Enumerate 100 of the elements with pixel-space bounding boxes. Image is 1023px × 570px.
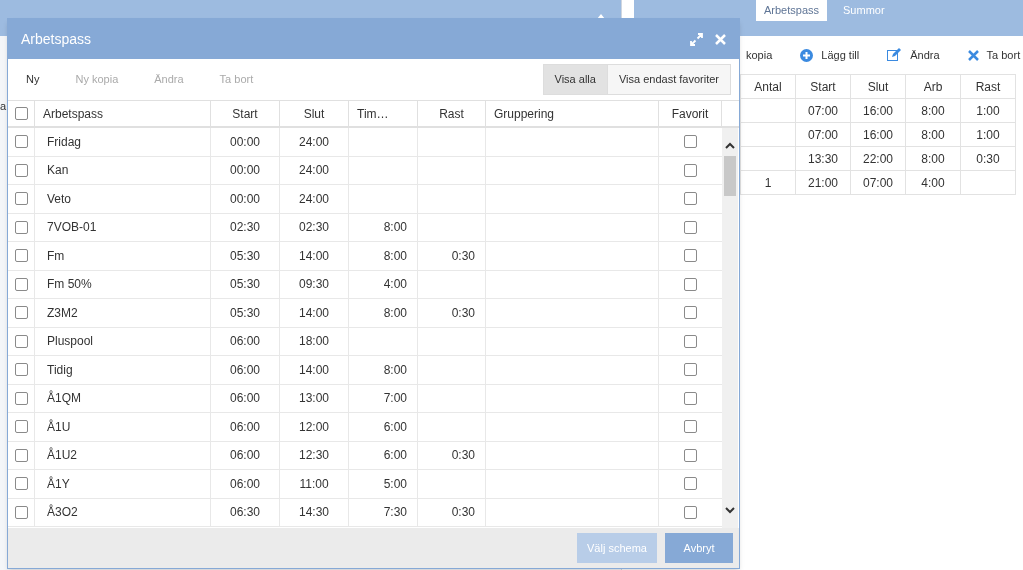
chevron-down-icon[interactable] — [725, 506, 735, 514]
column-header: Favorit — [659, 101, 722, 126]
checkbox[interactable] — [684, 220, 697, 234]
pencil-icon — [887, 48, 903, 62]
column-header: Slut — [280, 101, 349, 126]
table-cell: 06:00 — [211, 413, 280, 441]
table-cell: Å1QM — [35, 384, 211, 412]
column-header: Arbetspass — [35, 101, 211, 126]
table-cell: 07:00 — [796, 99, 851, 123]
checkbox[interactable] — [14, 163, 28, 177]
checkbox[interactable] — [684, 163, 697, 177]
checkbox[interactable] — [684, 363, 697, 377]
checkbox[interactable] — [14, 334, 28, 348]
scrollbar[interactable] — [722, 128, 738, 528]
toolbar-button[interactable]: Ändra — [887, 46, 940, 64]
checkbox[interactable] — [684, 391, 697, 405]
table-cell: 05:30 — [211, 270, 280, 298]
table-cell: Å1U2 — [35, 441, 211, 469]
tab[interactable]: Arbetspass — [756, 0, 828, 21]
column-header: Tim… — [349, 101, 418, 126]
checkbox[interactable] — [684, 277, 697, 291]
checkbox[interactable] — [14, 249, 28, 263]
table-cell: 06:30 — [211, 498, 280, 526]
table-cell: Fm 50% — [35, 270, 211, 298]
checkbox[interactable] — [14, 477, 28, 491]
checkbox[interactable] — [14, 363, 28, 377]
checkbox[interactable] — [684, 448, 697, 462]
table-cell: 06:00 — [211, 470, 280, 498]
column-header: Rast — [418, 101, 486, 126]
column-header: Start — [211, 101, 280, 126]
table-cell: 24:00 — [280, 128, 349, 156]
table-cell: 7VOB-01 — [35, 213, 211, 241]
checkbox[interactable] — [684, 249, 697, 263]
table-cell: 6:00 — [349, 441, 418, 469]
table-cell: 05:30 — [211, 299, 280, 327]
table-cell: 21:00 — [796, 171, 851, 195]
checkbox[interactable] — [14, 192, 28, 206]
checkbox[interactable] — [684, 192, 697, 206]
table-cell: 7:30 — [349, 498, 418, 526]
table-cell: 07:00 — [796, 123, 851, 147]
checkbox[interactable] — [14, 448, 28, 462]
column-header: Rast — [961, 75, 1016, 99]
table-cell: 12:30 — [280, 441, 349, 469]
table-cell: Å1U — [35, 413, 211, 441]
table-cell: 0:30 — [418, 299, 486, 327]
checkbox[interactable] — [14, 220, 28, 234]
table-cell: 4:00 — [906, 171, 961, 195]
toolbar-button[interactable]: Lägg till — [800, 46, 860, 64]
table-cell: Pluspool — [35, 327, 211, 355]
cut-label: a — [0, 99, 7, 114]
table-cell: 06:00 — [211, 441, 280, 469]
table-cell: 07:00 — [851, 171, 906, 195]
filter-button[interactable]: Visa endast favoriter — [606, 65, 730, 94]
table-cell: 8:00 — [349, 242, 418, 270]
toolbar-button[interactable]: Ny — [20, 71, 46, 88]
table-cell: 06:00 — [211, 384, 280, 412]
table-cell: 11:00 — [280, 470, 349, 498]
checkbox[interactable] — [684, 306, 697, 320]
table-cell — [961, 171, 1016, 195]
toolbar-button[interactable]: Ta bort — [967, 46, 1021, 64]
close-icon — [967, 49, 979, 61]
checkbox[interactable] — [684, 420, 697, 434]
checkbox[interactable] — [684, 334, 697, 348]
table-cell: 14:00 — [280, 242, 349, 270]
checkbox[interactable] — [684, 477, 697, 491]
checkbox[interactable] — [14, 505, 28, 519]
checkbox[interactable] — [14, 306, 28, 320]
table-cell: 1:00 — [961, 123, 1016, 147]
table-cell: 8:00 — [906, 99, 961, 123]
checkbox[interactable] — [684, 505, 697, 519]
table-cell: 0:30 — [418, 242, 486, 270]
expand-icon[interactable] — [690, 32, 703, 46]
table-cell: 13:00 — [280, 384, 349, 412]
close-icon[interactable] — [715, 33, 726, 45]
table-cell: 5:00 — [349, 470, 418, 498]
table-cell: 0:30 — [961, 147, 1016, 171]
checkbox[interactable] — [684, 135, 697, 149]
table-cell: 24:00 — [280, 156, 349, 184]
table-cell: 09:30 — [280, 270, 349, 298]
filter-button[interactable]: Visa alla — [543, 65, 607, 94]
checkbox[interactable] — [14, 135, 28, 149]
column-header: Arb — [906, 75, 961, 99]
chevron-up-icon[interactable] — [725, 142, 735, 150]
checkbox[interactable] — [14, 107, 28, 120]
table-cell: 24:00 — [280, 185, 349, 213]
table-cell: 7:00 — [349, 384, 418, 412]
checkbox[interactable] — [14, 420, 28, 434]
toolbar-button[interactable]: kopia — [746, 46, 773, 64]
table-cell: 14:30 — [280, 498, 349, 526]
checkbox[interactable] — [14, 391, 28, 405]
table-cell: 16:00 — [851, 123, 906, 147]
table-cell: Å3O2 — [35, 498, 211, 526]
checkbox[interactable] — [14, 277, 28, 291]
table-cell: 06:00 — [211, 356, 280, 384]
table-cell: Fridag — [35, 128, 211, 156]
table-cell: 0:30 — [418, 441, 486, 469]
table-cell: Kan — [35, 156, 211, 184]
column-header: Start — [796, 75, 851, 99]
scrollbar-thumb[interactable] — [724, 156, 736, 196]
table-cell: 14:00 — [280, 356, 349, 384]
